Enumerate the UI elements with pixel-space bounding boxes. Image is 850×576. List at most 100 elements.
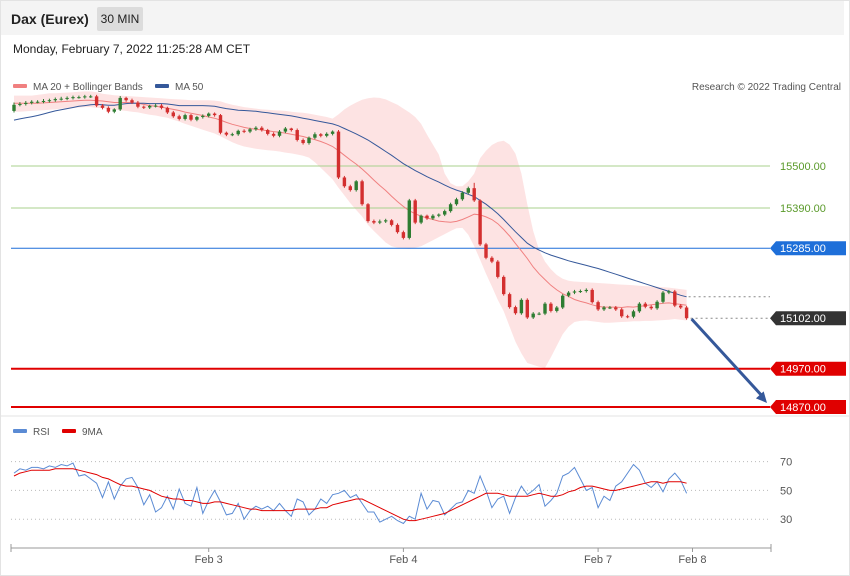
candle-body [549,303,553,311]
candle-body [460,192,465,200]
candle-body [65,97,69,99]
candle-body [566,292,571,296]
legend-swatch-9ma [62,429,76,433]
candle [525,298,529,319]
candle-body [407,200,411,238]
candle-body [136,102,140,107]
rsi-tick-label: 50 [780,485,792,497]
candle-body [177,116,181,119]
candle-body [372,221,376,223]
candle-body [496,261,500,277]
candle-body [218,115,223,133]
candle-body [30,101,34,103]
candle-body [319,134,323,136]
candle-body [490,257,494,262]
candle-body [212,113,217,116]
candle-body [47,100,52,102]
candle-body [413,200,417,223]
candle [661,291,665,304]
candle-body [360,181,364,205]
candle-body [614,307,618,310]
candle-body [655,301,659,309]
candle-body [71,97,75,99]
candle-body [153,105,158,107]
candle-body [631,311,636,317]
candle-body [35,101,40,103]
candle-body [661,292,665,302]
rsi-line [13,462,688,525]
candle [596,300,600,311]
candle [360,179,364,206]
candle [637,302,642,313]
credit-label: Research © 2022 Trading Central [692,82,841,93]
candle-body [419,215,423,223]
candle-body [18,104,22,106]
legend-swatch-rsi [13,429,27,433]
candle-body [271,133,276,136]
candle-body [348,186,352,191]
candle [590,288,594,304]
candle-body [561,295,565,308]
level-label-1: 15390.00 [780,203,826,215]
legend-9ma-label: 9MA [82,427,103,438]
candle-body [142,106,146,108]
candle-body [513,307,518,314]
candle [673,289,677,308]
candle-body [555,307,559,311]
candle [496,260,500,279]
candle-body [537,313,541,315]
candle-body [124,97,128,101]
candle [507,292,512,309]
candle-body [171,112,175,117]
rsi-panel: 70 50 30 [11,457,792,526]
chart-canvas: MA 20 + Bollinger Bands MA 50 Research ©… [1,82,849,566]
x-tick-label: Feb 8 [678,554,706,566]
candle-body [431,215,435,219]
candle-body [448,204,453,212]
candle-body [207,113,211,116]
candle-body [401,232,406,238]
candle-body [165,107,170,113]
candle-body [94,96,99,106]
candle-body [389,220,394,225]
candle-body [679,305,683,308]
candle-body [242,130,246,132]
candle [549,302,553,313]
candle [94,94,99,108]
candle-body [443,211,447,215]
candle-body [159,105,164,108]
candle-body [625,316,630,318]
candle-body [531,313,535,318]
candle-body [195,117,199,120]
candle-body [183,115,187,119]
candle-body [578,291,583,293]
candle-body [673,291,677,306]
candle [295,128,299,142]
candle-body [118,97,122,110]
candle-body [684,307,689,319]
candle-body [100,105,105,108]
level-label-2: 15285.00 [780,243,826,255]
candle-body [260,127,264,131]
candle-body [384,220,388,222]
candle-body [41,100,46,102]
candle-body [572,291,577,293]
candle-body [83,96,87,98]
candle-body [24,102,28,105]
candle-body [602,307,606,310]
bollinger-band-area [14,91,687,368]
candle-body [89,96,93,98]
candle [336,130,341,179]
candle-body [466,188,470,193]
candle-body [289,128,293,131]
candle-body [354,181,358,191]
candle-body [525,299,529,318]
candle-body [637,303,642,312]
candle-body [266,130,270,134]
x-tick-label: Feb 4 [389,554,417,566]
candle-body [502,276,506,295]
candle-body [336,131,341,178]
candle-body [254,127,258,130]
candle-body [395,224,400,233]
legend-ma20-label: MA 20 + Bollinger Bands [33,82,143,93]
